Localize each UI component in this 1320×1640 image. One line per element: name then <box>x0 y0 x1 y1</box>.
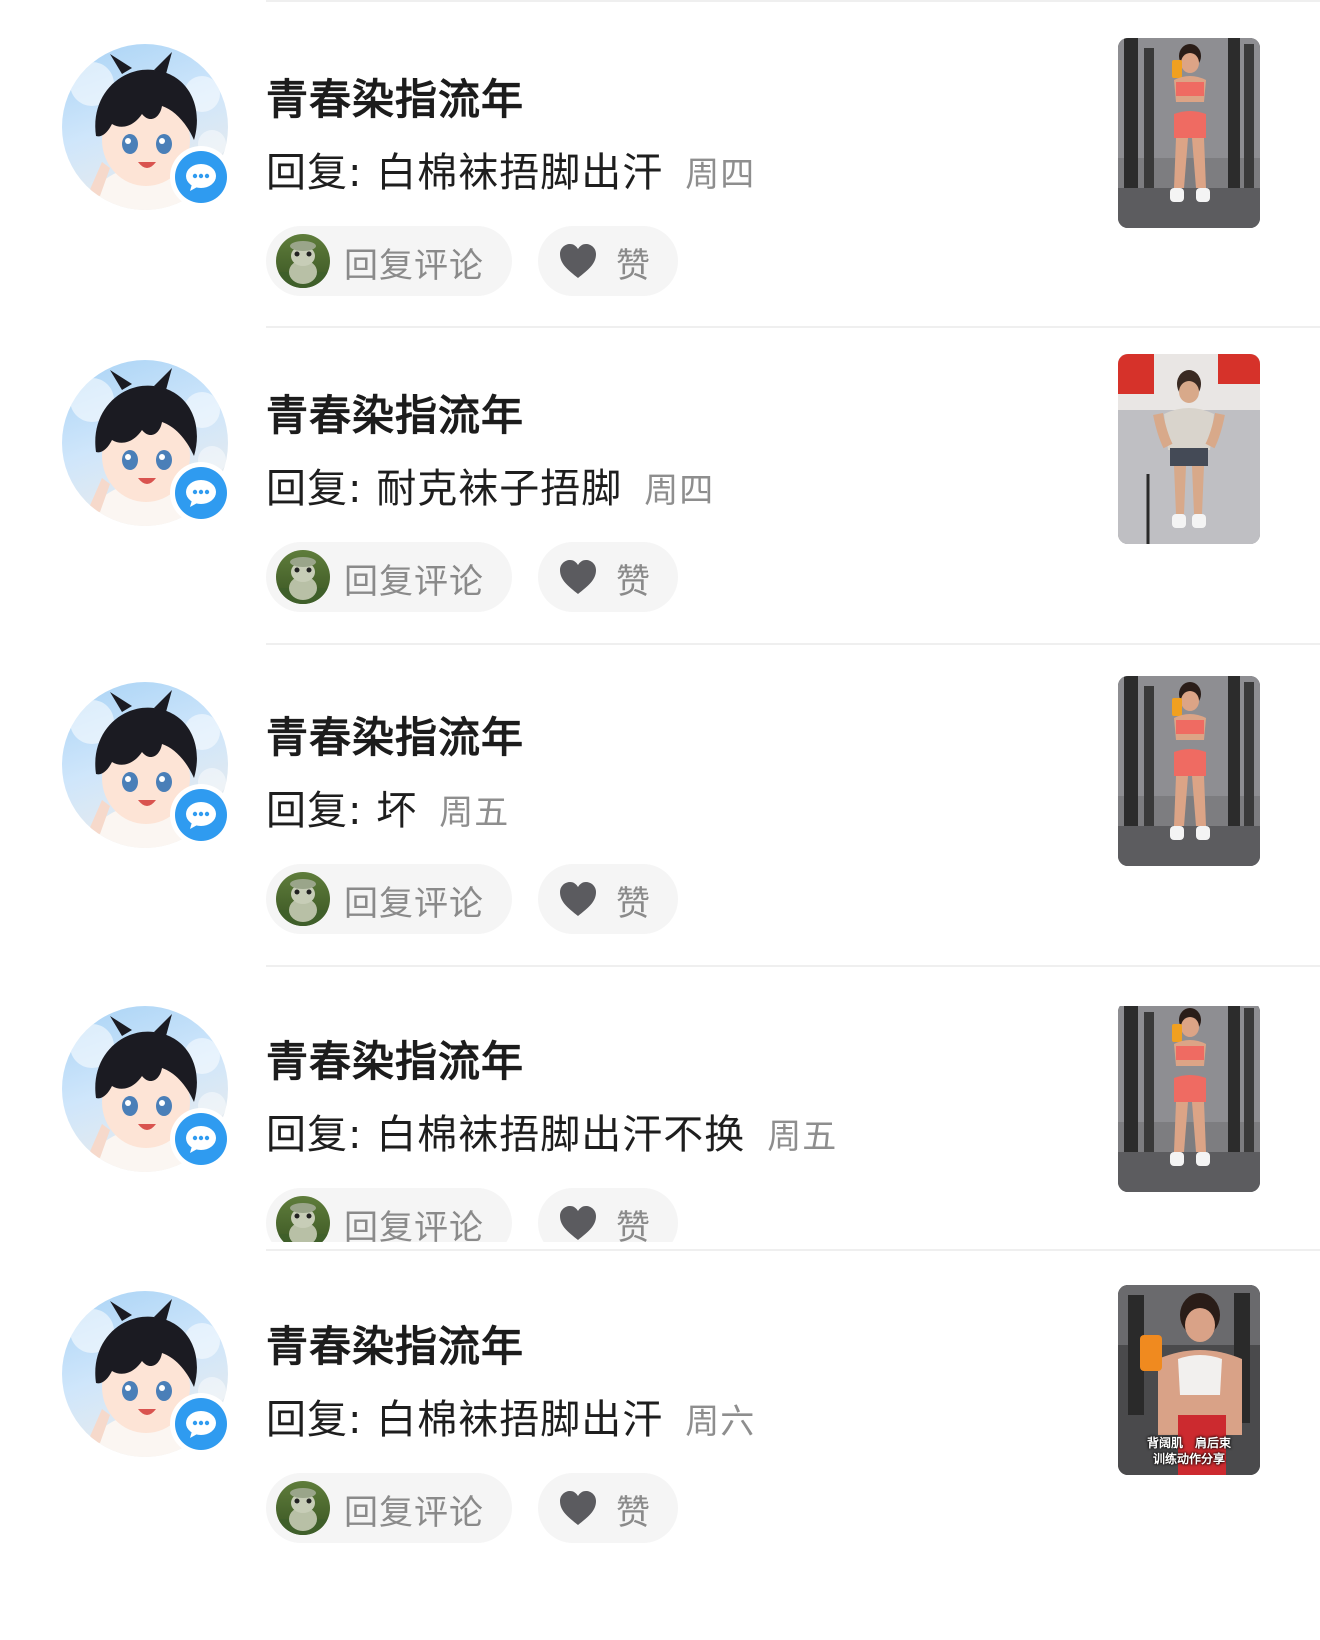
like-label: 赞 <box>616 562 650 602</box>
thumbnail-caption-line: 训练动作分享 <box>1152 1452 1225 1466</box>
reply-date: 周四 <box>685 155 756 195</box>
frog-avatar-icon <box>276 1196 330 1242</box>
frog-avatar-icon <box>276 550 330 604</box>
divider <box>266 326 1320 328</box>
notification-feed: 青春染指流年 回复: 白棉袜捂脚出汗 周四 回复评论 赞 青春染指流年 回复: 耐… <box>0 0 1320 1640</box>
divider <box>266 643 1320 645</box>
frog-avatar-icon <box>276 234 330 288</box>
reply-comment-label: 回复评论 <box>344 884 484 924</box>
notification-item[interactable]: 青春染指流年 回复: 耐克袜子捂脚 周四 回复评论 赞 <box>0 354 1320 612</box>
reply-date: 周五 <box>767 1117 838 1157</box>
reply-text: 回复: 白棉袜捂脚出汗 <box>266 150 664 196</box>
like-button[interactable]: 赞 <box>538 226 678 296</box>
like-label: 赞 <box>616 1208 650 1242</box>
like-button[interactable]: 赞 <box>538 1473 678 1543</box>
reply-line: 回复: 白棉袜捂脚出汗 周六 <box>266 1387 755 1445</box>
username[interactable]: 青春染指流年 <box>266 66 524 127</box>
message-badge-icon <box>170 462 232 524</box>
video-thumbnail[interactable]: 背阔肌 肩后束 训练动作分享 <box>1118 1285 1260 1475</box>
notification-item[interactable]: 青春染指流年 回复: 白棉袜捂脚出汗不换 周五 回复评论 赞 <box>0 1006 1320 1242</box>
reply-line: 回复: 耐克袜子捂脚 周四 <box>266 456 714 514</box>
like-label: 赞 <box>616 1493 650 1533</box>
video-thumbnail[interactable] <box>1118 1006 1260 1192</box>
message-badge-icon <box>170 1108 232 1170</box>
thumbnail-caption-line: 背阔肌 肩后束 <box>1146 1436 1231 1450</box>
message-badge-icon <box>170 146 232 208</box>
thumbnail-image <box>1118 1006 1260 1192</box>
reply-text: 回复: 白棉袜捂脚出汗不换 <box>266 1112 746 1158</box>
reply-text: 回复: 白棉袜捂脚出汗 <box>266 1397 664 1443</box>
reply-date: 周四 <box>644 471 715 511</box>
frog-avatar-icon <box>276 1481 330 1535</box>
thumbnail-image <box>1118 676 1260 866</box>
frog-avatar-icon <box>276 872 330 926</box>
divider <box>266 1249 1320 1251</box>
username[interactable]: 青春染指流年 <box>266 1028 524 1089</box>
thumbnail-image <box>1118 354 1260 544</box>
reply-date: 周五 <box>439 793 510 833</box>
reply-comment-button[interactable]: 回复评论 <box>266 542 512 612</box>
reply-comment-button[interactable]: 回复评论 <box>266 226 512 296</box>
message-badge-icon <box>170 1393 232 1455</box>
video-thumbnail[interactable] <box>1118 354 1260 544</box>
reply-text: 回复: 坏 <box>266 788 418 834</box>
divider <box>266 0 1320 2</box>
reply-line: 回复: 白棉袜捂脚出汗 周四 <box>266 140 755 198</box>
like-label: 赞 <box>616 246 650 286</box>
reply-comment-button[interactable]: 回复评论 <box>266 1188 512 1242</box>
message-badge-icon <box>170 784 232 846</box>
reply-comment-label: 回复评论 <box>344 246 484 286</box>
like-label: 赞 <box>616 884 650 924</box>
reply-comment-label: 回复评论 <box>344 1493 484 1533</box>
notification-item[interactable]: 青春染指流年 回复: 白棉袜捂脚出汗 周六 回复评论 赞 背阔肌 肩后束 训练动作… <box>0 1285 1320 1543</box>
notification-item[interactable]: 青春染指流年 回复: 坏周五 回复评论 赞 <box>0 676 1320 934</box>
divider <box>266 965 1320 967</box>
like-button[interactable]: 赞 <box>538 542 678 612</box>
notification-item[interactable]: 青春染指流年 回复: 白棉袜捂脚出汗 周四 回复评论 赞 <box>0 38 1320 296</box>
username[interactable]: 青春染指流年 <box>266 704 524 765</box>
reply-line: 回复: 白棉袜捂脚出汗不换 周五 <box>266 1102 837 1160</box>
thumbnail-image <box>1118 38 1260 228</box>
username[interactable]: 青春染指流年 <box>266 1313 524 1374</box>
video-thumbnail[interactable] <box>1118 38 1260 228</box>
reply-comment-button[interactable]: 回复评论 <box>266 1473 512 1543</box>
reply-text: 回复: 耐克袜子捂脚 <box>266 466 623 512</box>
video-thumbnail[interactable] <box>1118 676 1260 866</box>
reply-date: 周六 <box>685 1402 756 1442</box>
thumbnail-caption: 背阔肌 肩后束 训练动作分享 <box>1118 1435 1260 1467</box>
reply-comment-label: 回复评论 <box>344 562 484 602</box>
reply-comment-label: 回复评论 <box>344 1208 484 1242</box>
reply-comment-button[interactable]: 回复评论 <box>266 864 512 934</box>
username[interactable]: 青春染指流年 <box>266 382 524 443</box>
like-button[interactable]: 赞 <box>538 864 678 934</box>
reply-line: 回复: 坏周五 <box>266 778 509 836</box>
like-button[interactable]: 赞 <box>538 1188 678 1242</box>
